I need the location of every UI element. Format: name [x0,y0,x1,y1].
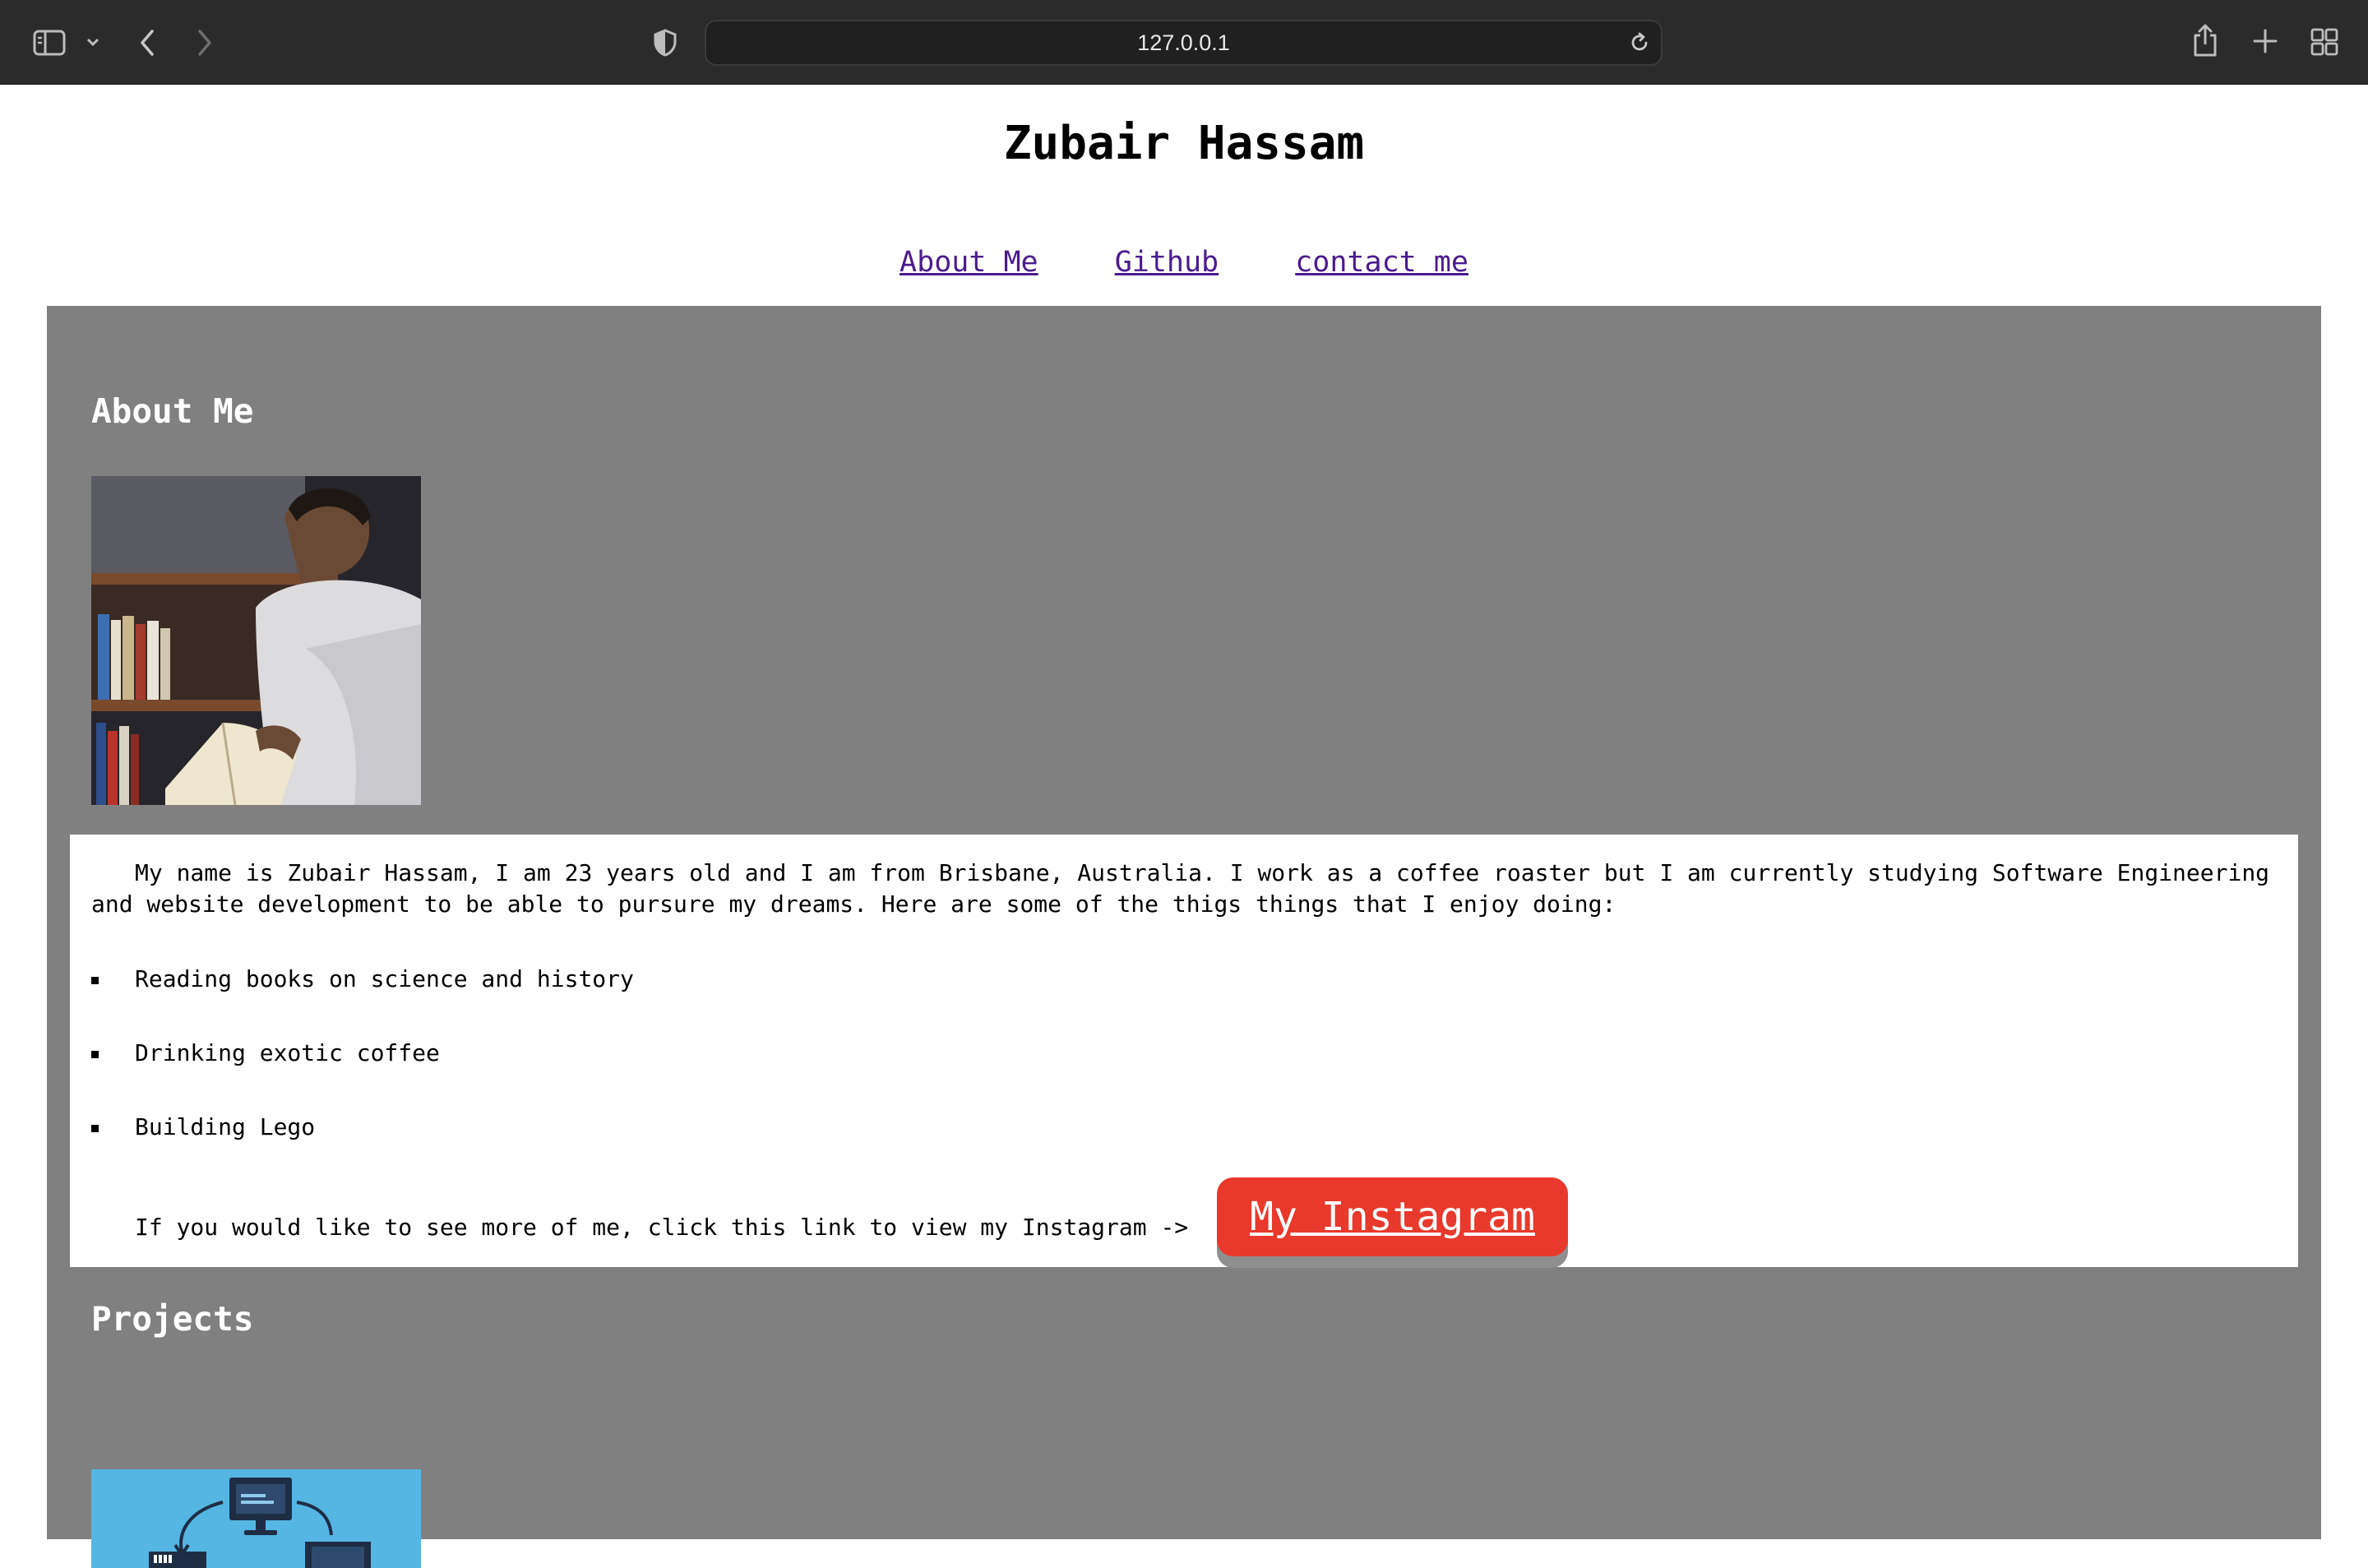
instagram-button[interactable]: My Instagram [1217,1177,1568,1256]
interests-list: Reading books on science and history Dri… [91,964,2275,1143]
main-content: About Me My name is Zubair Hassam, I am … [47,306,2321,1568]
web-page: Zubair Hassam About Me Github contact me… [0,86,2368,1568]
list-item: Drinking exotic coffee [91,1038,2275,1069]
sidebar-icon[interactable] [33,30,66,56]
url-text[interactable]: 127.0.0.1 [706,21,1661,64]
list-item-text: Building Lego [135,1113,316,1140]
site-nav: About Me Github contact me [0,242,2368,283]
back-icon[interactable] [136,28,158,58]
about-heading: About Me [91,391,254,431]
profile-photo [91,476,421,805]
project-image [91,1469,421,1568]
about-text-box: My name is Zubair Hassam, I am 23 years … [70,835,2298,1267]
nav-link-github[interactable]: Github [1115,246,1219,279]
projects-heading: Projects [91,1299,254,1339]
reload-icon[interactable] [1628,31,1651,54]
new-tab-icon[interactable] [2252,28,2278,54]
tab-overview-icon[interactable] [2310,28,2338,56]
bullet-icon [91,977,99,984]
address-bar[interactable]: 127.0.0.1 [705,20,1663,66]
nav-link-contact-me[interactable]: contact me [1295,246,1468,279]
forward-icon[interactable] [194,28,215,58]
share-icon[interactable] [2192,23,2218,58]
list-item-text: Drinking exotic coffee [135,1039,440,1066]
browser-toolbar: 127.0.0.1 [0,0,2368,85]
list-item: Building Lego [91,1112,2275,1143]
list-item-text: Reading books on science and history [135,965,634,992]
instagram-prompt: If you would like to see more of me, cli… [135,1214,1189,1241]
bullet-icon [91,1051,99,1058]
privacy-shield-icon[interactable] [653,28,678,58]
chevron-down-icon[interactable] [86,36,100,48]
nav-link-about-me[interactable]: About Me [900,246,1038,279]
bullet-icon [91,1125,99,1132]
list-item: Reading books on science and history [91,964,2275,995]
about-paragraph: My name is Zubair Hassam, I am 23 years … [91,859,2270,918]
site-title: Zubair Hassam [1003,117,1365,170]
